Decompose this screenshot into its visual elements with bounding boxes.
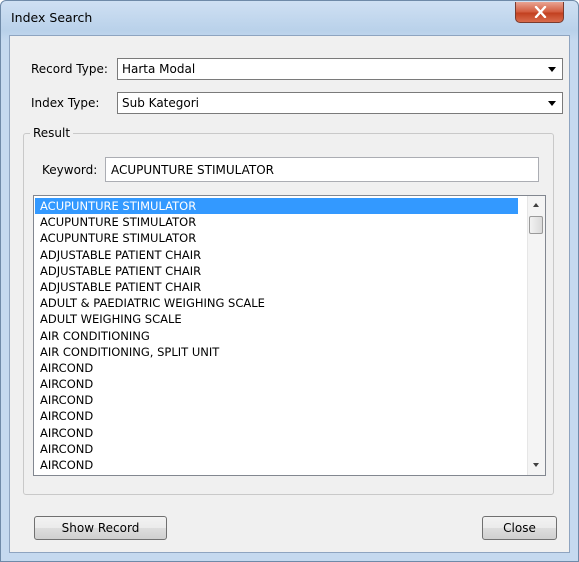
keyword-input[interactable]: ACUPUNTURE STIMULATOR	[105, 157, 539, 182]
list-item[interactable]: ADJUSTABLE PATIENT CHAIR	[35, 247, 518, 263]
vertical-scrollbar[interactable]	[527, 196, 545, 475]
chevron-down-icon[interactable]	[548, 67, 556, 72]
window-close-button[interactable]	[515, 2, 564, 23]
list-item[interactable]: AIRCOND	[35, 408, 518, 424]
result-list: ACUPUNTURE STIMULATOR ACUPUNTURE STIMULAT…	[35, 198, 518, 473]
record-type-dropdown[interactable]: Harta Modal	[117, 58, 563, 80]
list-item[interactable]: AIRCOND	[35, 441, 518, 457]
list-item[interactable]: ACUPUNTURE STIMULATOR	[35, 230, 518, 246]
list-item[interactable]: AIR CONDITIONING	[35, 328, 518, 344]
chevron-down-icon[interactable]	[548, 101, 556, 106]
title-bar[interactable]: Index Search	[1, 1, 578, 35]
close-button[interactable]: Close	[482, 516, 557, 540]
list-item[interactable]: ADJUSTABLE PATIENT CHAIR	[35, 263, 518, 279]
list-item[interactable]: ACUPUNTURE STIMULATOR	[35, 198, 518, 215]
result-group-label: Result	[30, 126, 74, 140]
result-listbox[interactable]: ACUPUNTURE STIMULATOR ACUPUNTURE STIMULAT…	[33, 195, 546, 476]
window-title: Index Search	[11, 10, 93, 25]
index-type-dropdown[interactable]: Sub Kategori	[117, 92, 563, 114]
list-item[interactable]: AIRCOND	[35, 457, 518, 473]
list-item[interactable]: AIRCOND	[35, 425, 518, 441]
record-type-label: Record Type:	[31, 62, 108, 76]
keyword-label: Keyword:	[42, 163, 98, 177]
list-item[interactable]: ACUPUNTURE STIMULATOR	[35, 214, 518, 230]
record-type-value: Harta Modal	[122, 62, 196, 76]
scrollbar-thumb[interactable]	[529, 216, 543, 234]
list-item[interactable]: AIRCOND	[35, 376, 518, 392]
list-item[interactable]: ADULT WEIGHING SCALE	[35, 311, 518, 327]
list-item[interactable]: ADJUSTABLE PATIENT CHAIR	[35, 279, 518, 295]
list-item[interactable]: AIRCOND	[35, 360, 518, 376]
index-type-value: Sub Kategori	[122, 96, 199, 110]
show-record-button[interactable]: Show Record	[34, 516, 167, 540]
close-x-icon	[534, 6, 547, 18]
index-type-label: Index Type:	[31, 96, 100, 110]
scroll-down-icon[interactable]	[533, 463, 539, 467]
list-item[interactable]: AIRCOND	[35, 392, 518, 408]
list-item[interactable]: ADULT & PAEDIATRIC WEIGHING SCALE	[35, 295, 518, 311]
scroll-up-icon[interactable]	[533, 203, 539, 207]
list-item[interactable]: AIR CONDITIONING, SPLIT UNIT	[35, 344, 518, 360]
